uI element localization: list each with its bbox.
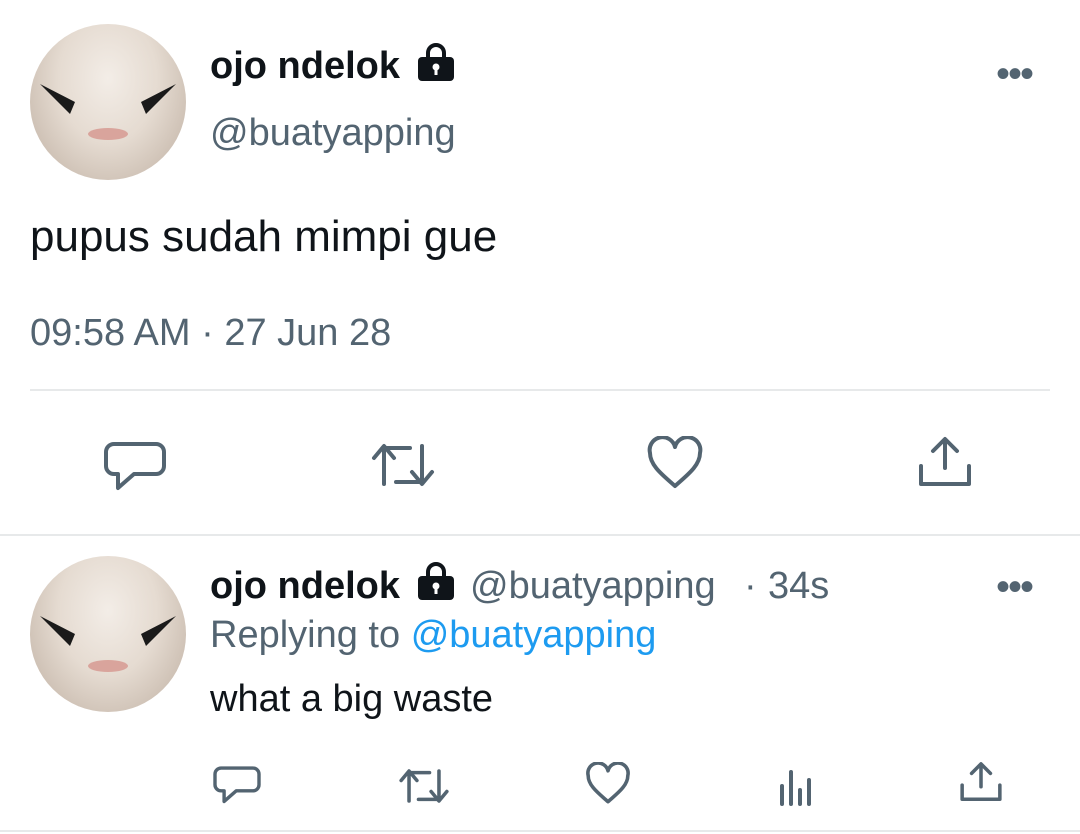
reply-age[interactable]: 34s — [768, 565, 829, 608]
handle[interactable]: @buatyapping — [210, 112, 456, 155]
avatar-image — [40, 84, 176, 140]
separator: · — [744, 565, 757, 607]
reply-avatar[interactable] — [30, 556, 186, 712]
divider — [30, 389, 1050, 391]
lock-icon — [414, 561, 458, 601]
tweet-text: pupus sudah mimpi gue — [30, 212, 498, 261]
avatar-image — [40, 616, 176, 672]
reply-icon[interactable] — [213, 762, 261, 806]
reply-text: what a big waste — [210, 678, 494, 720]
display-name[interactable]: ojo ndelok — [210, 45, 400, 88]
timestamp[interactable]: 09:58 AM · 27 Jun 28 — [30, 312, 391, 355]
replying-prefix: Replying to — [210, 614, 401, 656]
analytics-icon[interactable] — [776, 766, 816, 806]
replying-mention-link[interactable]: @buatyapping — [411, 614, 657, 656]
reply-display-name[interactable]: ojo ndelok — [210, 565, 400, 608]
reply-handle[interactable]: @buatyapping — [470, 565, 716, 608]
share-icon[interactable] — [916, 434, 974, 490]
divider — [0, 830, 1080, 832]
avatar[interactable] — [30, 24, 186, 180]
divider — [0, 534, 1080, 536]
reply-icon[interactable] — [104, 436, 166, 494]
like-icon[interactable] — [646, 436, 704, 490]
lock-icon — [414, 42, 458, 82]
more-options-icon[interactable]: ••• — [996, 52, 1034, 97]
reply-more-options-icon[interactable]: ••• — [996, 565, 1034, 610]
share-icon[interactable] — [958, 760, 1004, 804]
replying-to-label: Replying to @buatyapping — [210, 614, 656, 657]
like-icon[interactable] — [585, 762, 631, 805]
retweet-icon[interactable] — [398, 766, 450, 806]
retweet-icon[interactable] — [370, 440, 436, 490]
